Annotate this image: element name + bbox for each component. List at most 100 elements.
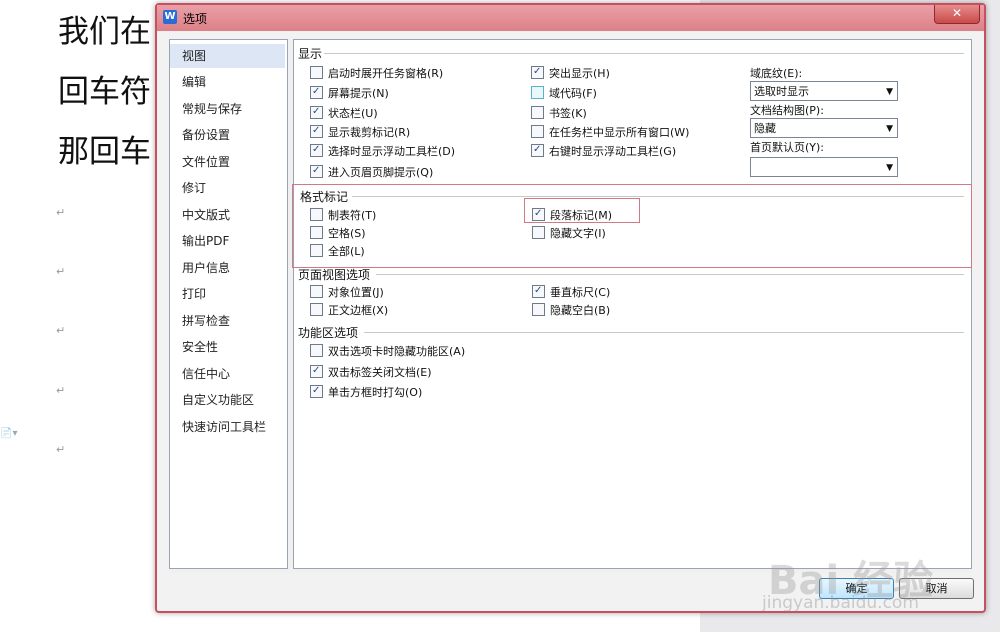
- close-button[interactable]: ✕: [934, 5, 980, 24]
- nav-item-trust-center[interactable]: 信任中心: [170, 362, 285, 386]
- first-page-select[interactable]: ▼: [750, 157, 898, 177]
- option-header-footer-tip[interactable]: 进入页眉页脚提示(Q): [310, 164, 433, 180]
- paste-options-icon[interactable]: 📄▾: [0, 428, 17, 439]
- section-title-ribbon: 功能区选项: [298, 326, 359, 340]
- option-tab-chars[interactable]: 制表符(T): [310, 207, 376, 223]
- checkbox[interactable]: [310, 66, 323, 79]
- checkbox[interactable]: [310, 385, 323, 398]
- checkbox[interactable]: [310, 365, 323, 378]
- option-hide-whitespace[interactable]: 隐藏空白(B): [532, 302, 610, 318]
- section-title-format-marks: 格式标记: [300, 190, 349, 204]
- checkbox[interactable]: [310, 106, 323, 119]
- doc-map-label: 文档结构图(P):: [750, 104, 824, 117]
- checkbox[interactable]: [310, 226, 323, 239]
- nav-item-edit[interactable]: 编辑: [170, 70, 285, 94]
- nav-item-chinese-layout[interactable]: 中文版式: [170, 203, 285, 227]
- doc-map-select[interactable]: 隐藏 ▼: [750, 118, 898, 138]
- checkbox[interactable]: [310, 285, 323, 298]
- dialog-title: 选项: [183, 12, 208, 26]
- first-page-label: 首页默认页(Y):: [750, 141, 825, 154]
- checkbox[interactable]: [531, 125, 544, 138]
- checkbox[interactable]: [310, 344, 323, 357]
- option-label: 单击方框时打勾(O): [328, 386, 423, 399]
- nav-item-print[interactable]: 打印: [170, 282, 285, 306]
- option-label: 进入页眉页脚提示(Q): [328, 166, 434, 179]
- option-all-marks[interactable]: 全部(L): [310, 243, 365, 259]
- checkbox[interactable]: [532, 285, 545, 298]
- baidu-watermark-url: jingyan.baidu.com: [762, 593, 919, 613]
- option-floating-toolbar-right-click[interactable]: 右键时显示浮动工具栏(G): [531, 143, 676, 159]
- nav-item-export-pdf[interactable]: 输出PDF: [170, 229, 285, 253]
- option-label: 全部(L): [328, 245, 365, 258]
- checkbox[interactable]: [310, 165, 323, 178]
- option-bookmarks[interactable]: 书签(K): [531, 105, 587, 121]
- checkbox[interactable]: [531, 66, 544, 79]
- document-line-2: 回车符: [58, 74, 151, 110]
- option-label: 垂直标尺(C): [550, 286, 611, 299]
- checkbox[interactable]: [310, 303, 323, 316]
- option-label: 在任务栏中显示所有窗口(W): [549, 126, 690, 139]
- document-line-1: 我们在: [58, 14, 151, 50]
- section-divider: [364, 332, 964, 333]
- option-crop-marks[interactable]: 显示裁剪标记(R): [310, 124, 410, 140]
- option-label: 状态栏(U): [328, 107, 378, 120]
- chevron-down-icon: ▼: [886, 124, 893, 134]
- doc-map-value: 隐藏: [754, 122, 776, 135]
- option-highlight[interactable]: 突出显示(H): [531, 65, 610, 81]
- field-shading-select[interactable]: 选取时显示 ▼: [750, 81, 898, 101]
- checkbox[interactable]: [310, 86, 323, 99]
- wps-app-icon: W: [163, 10, 177, 24]
- options-dialog: W 选项 ✕ 视图 编辑 常规与保存 备份设置 文件位置 修订 中文版式 输出P…: [155, 3, 986, 613]
- option-text-boundaries[interactable]: 正文边框(X): [310, 302, 388, 318]
- nav-item-revision[interactable]: 修订: [170, 176, 285, 200]
- nav-item-security[interactable]: 安全性: [170, 335, 285, 359]
- option-vertical-ruler[interactable]: 垂直标尺(C): [532, 284, 610, 300]
- option-show-all-windows-taskbar[interactable]: 在任务栏中显示所有窗口(W): [531, 124, 689, 140]
- nav-item-user-info[interactable]: 用户信息: [170, 256, 285, 280]
- paragraph-mark: ↵: [56, 265, 66, 278]
- option-label: 空格(S): [328, 227, 366, 240]
- nav-item-general-save[interactable]: 常规与保存: [170, 97, 285, 121]
- option-spaces[interactable]: 空格(S): [310, 225, 366, 241]
- paragraph-mark: ↵: [56, 206, 66, 219]
- checkbox[interactable]: [531, 106, 544, 119]
- checkbox[interactable]: [310, 125, 323, 138]
- chevron-down-icon: ▼: [886, 163, 893, 173]
- paragraph-mark: ↵: [56, 443, 66, 456]
- section-title-display: 显示: [298, 47, 323, 61]
- option-expand-task-pane[interactable]: 启动时展开任务窗格(R): [310, 65, 443, 81]
- dialog-titlebar[interactable]: W 选项 ✕: [157, 5, 984, 31]
- option-paragraph-marks[interactable]: 段落标记(M): [532, 207, 612, 223]
- nav-item-quick-access-toolbar[interactable]: 快速访问工具栏: [170, 415, 285, 439]
- options-nav: 视图 编辑 常规与保存 备份设置 文件位置 修订 中文版式 输出PDF 用户信息…: [169, 39, 288, 569]
- document-line-3: 那回车: [58, 134, 151, 170]
- option-dblclick-tab-hide-ribbon[interactable]: 双击选项卡时隐藏功能区(A): [310, 343, 465, 359]
- option-label: 突出显示(H): [549, 67, 610, 80]
- nav-item-spell-check[interactable]: 拼写检查: [170, 309, 285, 333]
- checkbox[interactable]: [310, 244, 323, 257]
- option-field-codes[interactable]: 域代码(F): [531, 85, 597, 101]
- nav-item-file-location[interactable]: 文件位置: [170, 150, 285, 174]
- option-floating-toolbar-on-select[interactable]: 选择时显示浮动工具栏(D): [310, 143, 455, 159]
- option-status-bar[interactable]: 状态栏(U): [310, 105, 378, 121]
- checkbox[interactable]: [532, 303, 545, 316]
- nav-item-view[interactable]: 视图: [170, 44, 285, 68]
- checkbox[interactable]: [532, 208, 545, 221]
- section-divider: [324, 53, 964, 54]
- checkbox[interactable]: [310, 144, 323, 157]
- nav-item-backup[interactable]: 备份设置: [170, 123, 285, 147]
- option-screen-tips[interactable]: 屏幕提示(N): [310, 85, 389, 101]
- option-hidden-text[interactable]: 隐藏文字(I): [532, 225, 606, 241]
- checkbox[interactable]: [532, 226, 545, 239]
- checkbox[interactable]: [310, 208, 323, 221]
- checkbox[interactable]: [531, 86, 544, 99]
- nav-item-customize-ribbon[interactable]: 自定义功能区: [170, 388, 285, 412]
- option-object-position[interactable]: 对象位置(J): [310, 284, 384, 300]
- option-label: 选择时显示浮动工具栏(D): [328, 145, 456, 158]
- option-dblclick-tab-close-doc[interactable]: 双击标签关闭文档(E): [310, 364, 432, 380]
- checkbox[interactable]: [531, 144, 544, 157]
- option-label: 启动时展开任务窗格(R): [328, 67, 444, 80]
- option-label: 显示裁剪标记(R): [328, 126, 411, 139]
- option-label: 对象位置(J): [328, 286, 384, 299]
- option-click-box-check[interactable]: 单击方框时打勾(O): [310, 384, 422, 400]
